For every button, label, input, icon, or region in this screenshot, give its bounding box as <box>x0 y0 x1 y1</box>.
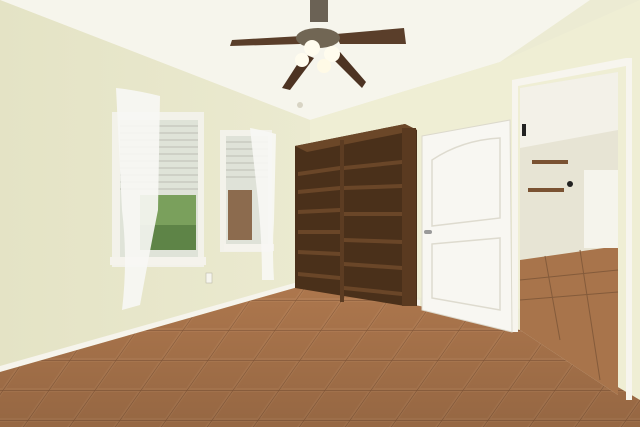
wall-sconce-icon <box>567 181 573 187</box>
room-illustration <box>0 0 640 427</box>
wall-outlet <box>205 272 213 284</box>
door-knob-icon[interactable] <box>424 230 432 234</box>
hallway-opening <box>584 170 618 248</box>
open-door[interactable] <box>421 119 513 333</box>
bookshelf <box>295 124 417 306</box>
room-photo <box>0 0 640 427</box>
hallway-shelf <box>532 160 568 164</box>
ceiling-light-fixture <box>297 102 303 108</box>
door-light-icon <box>522 124 526 136</box>
